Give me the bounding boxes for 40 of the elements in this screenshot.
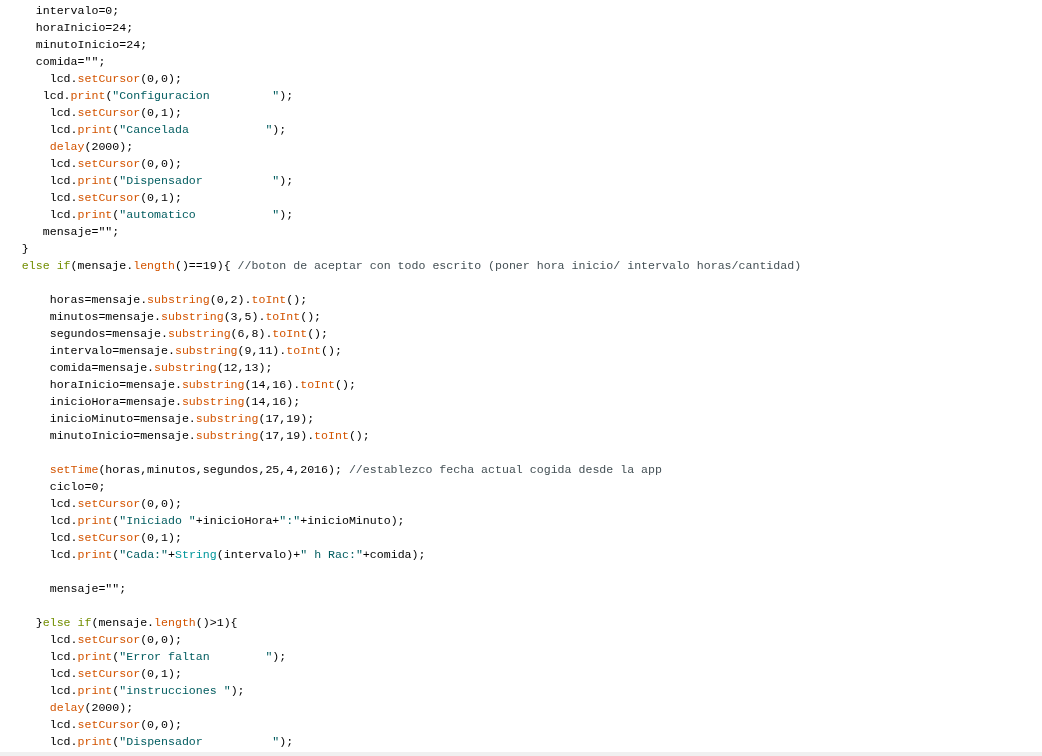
code-line: setTime(horas,minutos,segundos,25,4,2016); //establezco fecha actual cogida desde la app — [48, 462, 662, 478]
code-line: } — [20, 241, 29, 257]
code-line: lcd.print("Configuracion "); — [41, 88, 294, 104]
code-line: lcd.setCursor(0,0); — [48, 156, 182, 172]
code-line: lcd.print("Iniciado "+inicioHora+":"+inicioMinuto); — [48, 513, 405, 529]
code-line: lcd.print("Dispensador "); — [48, 173, 294, 189]
code-line: horas=mensaje.substring(0,2).toInt(); — [48, 292, 308, 308]
code-line: comida=""; — [34, 54, 106, 70]
code-line: lcd.setCursor(0,1); — [48, 530, 182, 546]
code-line: lcd.print("Cada:"+String(intervalo)+" h Rac:"+comida); — [48, 547, 426, 563]
code-line: lcd.print("Dispensador "); — [48, 734, 294, 750]
code-line: else if(mensaje.length()==19){ //boton de aceptar con todo escrito (poner hora inicio/ intervalo horas/cantidad) — [20, 258, 802, 274]
code-line: lcd.setCursor(0,1); — [48, 190, 182, 206]
code-line: lcd.print("instrucciones "); — [48, 683, 245, 699]
code-line: delay(2000); — [48, 139, 134, 155]
code-line: mensaje=""; — [41, 224, 120, 240]
code-line: minutos=mensaje.substring(3,5).toInt(); — [48, 309, 322, 325]
code-line: lcd.setCursor(0,1); — [48, 666, 182, 682]
code-line: delay(2000); — [48, 700, 134, 716]
code-line: comida=mensaje.substring(12,13); — [48, 360, 273, 376]
code-line: lcd.print("Cancelada "); — [48, 122, 287, 138]
code-line: minutoInicio=mensaje.substring(17,19).toInt(); — [48, 428, 370, 444]
code-line: ciclo=0; — [48, 479, 106, 495]
code-line: lcd.setCursor(0,0); — [48, 717, 182, 733]
code-line: horaInicio=mensaje.substring(14,16).toInt(); — [48, 377, 356, 393]
code-line: mensaje=""; — [48, 581, 127, 597]
code-line: segundos=mensaje.substring(6,8).toInt(); — [48, 326, 329, 342]
code-line: lcd.print("automatico "); — [48, 207, 294, 223]
code-line: minutoInicio=24; — [34, 37, 148, 53]
code-line: lcd.setCursor(0,0); — [48, 632, 182, 648]
code-line: inicioMinuto=mensaje.substring(17,19); — [48, 411, 315, 427]
code-line: horaInicio=24; — [34, 20, 134, 36]
code-line: intervalo=mensaje.substring(9,11).toInt(); — [48, 343, 342, 359]
code-line: intervalo=0; — [34, 3, 120, 19]
code-line: lcd.setCursor(0,0); — [48, 71, 182, 87]
code-line: lcd.setCursor(0,0); — [48, 496, 182, 512]
code-line: lcd.print("Error faltan "); — [48, 649, 287, 665]
code-line: inicioHora=mensaje.substring(14,16); — [48, 394, 301, 410]
code-line: }else if(mensaje.length()>1){ — [34, 615, 238, 631]
code-line: lcd.setCursor(0,1); — [48, 105, 182, 121]
